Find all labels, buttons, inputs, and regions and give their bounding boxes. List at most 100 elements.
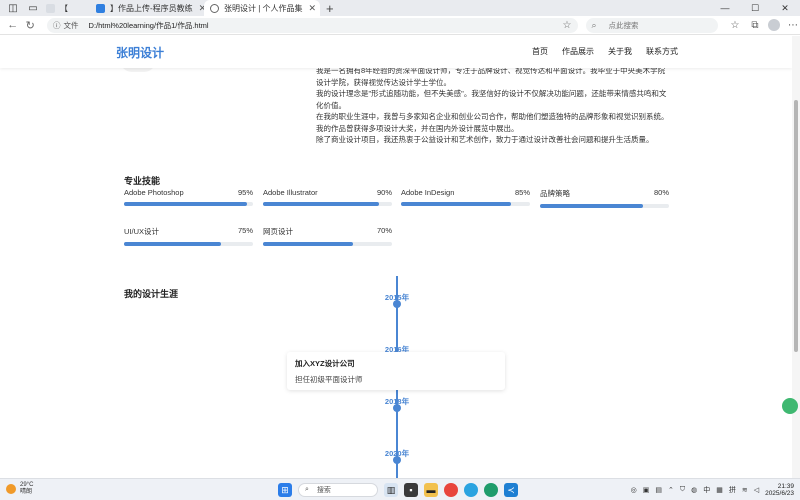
edge-icon[interactable]: [484, 483, 498, 497]
site-nav: 首页 作品展示 关于我 联系方式: [532, 46, 678, 57]
page-viewport: 张明设计 首页 作品展示 关于我 联系方式 我是一名拥有8年经验的资深平面设计师…: [0, 36, 792, 478]
minimize-icon[interactable]: —: [710, 0, 740, 16]
url-field[interactable]: ⓘ 文件 D:/html%20learning/作品1/作品.html ☆: [47, 17, 578, 33]
scrollbar-thumb[interactable]: [794, 100, 798, 352]
globe-icon: [210, 3, 219, 13]
favorite-star-icon[interactable]: ☆: [563, 20, 572, 31]
back-icon[interactable]: ←: [4, 16, 22, 34]
skill-percent: 90%: [376, 188, 392, 197]
skill-percent: 95%: [237, 188, 253, 197]
profile-avatar[interactable]: [768, 19, 780, 31]
window-controls: — ☐ ✕: [710, 0, 800, 16]
task-view-icon[interactable]: ▪: [404, 483, 418, 497]
file-explorer-icon[interactable]: ▬: [424, 483, 438, 497]
chrome-icon[interactable]: [444, 483, 458, 497]
skill-web-design: 网页设计 70%: [263, 226, 392, 246]
refresh-icon[interactable]: ↻: [22, 16, 40, 34]
profile-icon[interactable]: ◫: [6, 1, 20, 15]
skill-track: [401, 202, 530, 206]
skill-track: [263, 202, 392, 206]
browser-tab-strip: ◫ ▭ 【 】作品上传-程序员教练 ✕ 张明设计 | 个人作品集 ✕ + — ☐…: [0, 0, 800, 16]
maximize-icon[interactable]: ☐: [740, 0, 770, 16]
tray-app-icon[interactable]: ▣: [643, 486, 650, 494]
search-icon: ⌕: [591, 19, 597, 30]
ime-mode[interactable]: 拼: [729, 485, 736, 495]
chevron-up-icon[interactable]: ⌃: [668, 486, 674, 494]
skill-name: 网页设计: [263, 227, 293, 236]
weather-temp: 29°C: [20, 482, 34, 488]
tray-app-icon[interactable]: ◎: [631, 486, 637, 494]
skill-percent: 75%: [237, 226, 253, 235]
collections-icon[interactable]: ⧉: [748, 18, 762, 32]
vscode-icon[interactable]: ≺: [504, 483, 518, 497]
browser-tab-1[interactable]: 【: [40, 0, 90, 16]
browser-tools: ☆ ⧉ ⋯: [728, 18, 800, 32]
skill-fill: [124, 202, 247, 206]
timeline-dot: [393, 300, 401, 308]
security-icon[interactable]: ⛉: [680, 486, 685, 494]
browser-app-icon[interactable]: [464, 483, 478, 497]
timeline-dot: [393, 404, 401, 412]
tab-favicon-icon: [46, 3, 55, 13]
weather-desc: 晴朗: [20, 489, 33, 495]
taskbar-apps: ⊞ ⌕ 搜索 ▥ ▪ ▬ ≺: [278, 481, 518, 499]
file-chip[interactable]: ⓘ 文件: [53, 20, 79, 31]
site-header: 张明设计 首页 作品展示 关于我 联系方式: [0, 36, 792, 68]
wifi-icon[interactable]: ≋: [742, 486, 748, 494]
nav-home[interactable]: 首页: [532, 46, 548, 57]
clock-date: 2025/6/23: [765, 490, 794, 497]
timeline-dot: [393, 456, 401, 464]
skill-track: [124, 242, 253, 246]
more-menu-icon[interactable]: ⋯: [786, 18, 800, 32]
tab-label: 张明设计 | 个人作品集: [224, 3, 303, 13]
skill-uiux: UI/UX设计 75%: [124, 226, 253, 246]
tray-app-icon[interactable]: ◍: [691, 486, 697, 494]
close-tab-icon[interactable]: ✕: [303, 3, 317, 14]
skill-percent: 80%: [653, 188, 669, 197]
nav-about[interactable]: 关于我: [608, 46, 632, 57]
address-bar-row: ← ↻ ⓘ 文件 D:/html%20learning/作品1/作品.html …: [0, 16, 800, 35]
close-tab-icon[interactable]: ✕: [193, 3, 204, 14]
skill-name: Adobe Photoshop: [124, 188, 184, 197]
ime-language[interactable]: 中: [703, 485, 710, 495]
floating-assistant-icon[interactable]: [782, 398, 798, 414]
tray-app-icon[interactable]: ▦: [716, 486, 723, 494]
tray-app-icon[interactable]: ▤: [655, 486, 662, 494]
bio-paragraph: 我的设计理念是"形式追随功能，但不失美感"。我坚信好的设计不仅解决功能问题，还能…: [316, 89, 667, 110]
skill-name: UI/UX设计: [124, 227, 160, 236]
close-window-icon[interactable]: ✕: [770, 0, 800, 16]
weather-widget[interactable]: 29°C 晴朗: [6, 482, 33, 496]
favorites-icon[interactable]: ☆: [728, 18, 742, 32]
nav-works[interactable]: 作品展示: [562, 46, 594, 57]
timeline-title: 我的设计生涯: [124, 289, 179, 299]
skill-indesign: Adobe InDesign 85%: [401, 188, 530, 206]
windows-start-icon[interactable]: ⊞: [278, 483, 292, 497]
skill-percent: 70%: [376, 226, 392, 235]
file-label: 文件: [63, 20, 79, 30]
about-bio: 我是一名拥有8年经验的资深平面设计师，专注于品牌设计、视觉传达和平面设计。我毕业…: [316, 65, 672, 146]
volume-icon[interactable]: ◁: [754, 486, 759, 494]
new-tab-button[interactable]: +: [326, 1, 334, 16]
widgets-icon[interactable]: ▥: [384, 483, 398, 497]
skill-percent: 85%: [514, 188, 530, 197]
system-clock[interactable]: 21:39 2025/6/23: [765, 483, 794, 498]
bio-paragraph: 我是一名拥有8年经验的资深平面设计师，专注于品牌设计、视觉传达和平面设计。我毕业…: [316, 66, 666, 87]
site-logo[interactable]: 张明设计: [116, 44, 164, 61]
skill-fill: [124, 242, 221, 246]
url-text: D:/html%20learning/作品1/作品.html: [88, 20, 209, 30]
skill-track: [540, 204, 669, 208]
skill-name: Adobe Illustrator: [263, 188, 318, 197]
bio-paragraph: 在我的职业生涯中，我曾与多家知名企业和创业公司合作，帮助他们塑造独特的品牌形象和…: [316, 112, 669, 133]
skills-title: 专业技能: [124, 176, 161, 186]
browser-search-field[interactable]: ⌕ 点此搜索: [585, 17, 718, 33]
nav-contact[interactable]: 联系方式: [646, 46, 678, 57]
skill-fill: [540, 204, 644, 208]
tab-actions-icon[interactable]: ▭: [26, 1, 40, 15]
bio-paragraph: 除了商业设计项目，我还热衷于公益设计和艺术创作，致力于通过设计改善社会问题和提升…: [316, 135, 654, 144]
skill-brand-strategy: 品牌策略 80%: [540, 188, 669, 208]
browser-tab-2[interactable]: 】作品上传-程序员教练 ✕: [90, 0, 204, 16]
timeline-card: 加入XYZ设计公司 担任初级平面设计师: [287, 352, 505, 390]
search-placeholder: 点此搜索: [608, 20, 639, 30]
taskbar-search[interactable]: ⌕ 搜索: [298, 483, 378, 497]
browser-tab-3[interactable]: 张明设计 | 个人作品集 ✕: [204, 0, 320, 16]
